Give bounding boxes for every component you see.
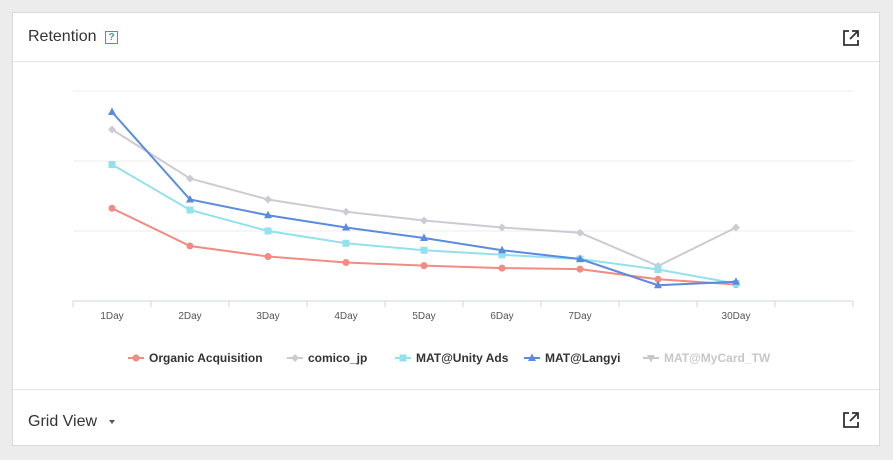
data-point (264, 227, 272, 235)
grid-view-section: Grid View (13, 389, 879, 445)
legend-label: Organic Acquisition (149, 351, 263, 365)
data-point (654, 266, 662, 273)
x-tick-label: 5Day (412, 311, 435, 322)
retention-chart: 1Day 2Day 3Day 4Day 5Day 6Day 7Day 30Day Organi… (13, 63, 879, 389)
legend-symbol-icon (643, 355, 659, 363)
x-tick-label: 1Day (100, 311, 123, 322)
caret-down-icon[interactable] (109, 420, 115, 424)
chart-legend: Organic Acquisition comico_jp MAT@Unity Ad… (13, 349, 879, 369)
data-point (420, 246, 428, 254)
external-link-icon[interactable] (841, 28, 861, 48)
data-point (342, 239, 350, 247)
x-tick-label: 30Day (722, 311, 751, 322)
data-point (186, 206, 194, 214)
external-link-icon[interactable] (841, 410, 861, 430)
data-point (186, 242, 194, 250)
data-point (264, 195, 272, 204)
legend-symbol-icon (524, 353, 540, 361)
data-point (108, 204, 116, 212)
data-point (108, 107, 116, 115)
legend-label: MAT@MyCard_TW (664, 351, 771, 365)
legend-label: MAT@Langyi (545, 351, 621, 365)
legend-symbol-icon (128, 354, 144, 362)
x-tick-label: 7Day (568, 311, 591, 322)
data-point (342, 207, 350, 216)
chart-svg: 1Day 2Day 3Day 4Day 5Day 6Day 7Day 30Day (72, 90, 854, 322)
data-point (264, 253, 272, 261)
panel-title: Retention (28, 28, 97, 45)
panel-header: Retention ? (13, 13, 879, 62)
x-tick-label: 6Day (490, 311, 513, 322)
data-point (108, 161, 116, 168)
data-point (576, 228, 584, 237)
grid-view-title[interactable]: Grid View (28, 412, 97, 432)
series-line (111, 128, 737, 268)
data-point (420, 216, 428, 225)
x-tick-label: 2Day (178, 311, 201, 322)
data-point (576, 265, 584, 273)
legend-label: MAT@Unity Ads (416, 351, 509, 365)
legend-label: comico_jp (308, 351, 368, 365)
data-point (420, 262, 428, 270)
data-point (732, 223, 740, 232)
x-tick-label: 4Day (334, 311, 357, 322)
data-point (342, 259, 350, 266)
data-point (498, 223, 506, 232)
help-icon[interactable]: ? (105, 31, 118, 44)
x-tick-label: 3Day (256, 311, 279, 322)
retention-panel: Retention ? 1Day 2Day 3Day 4Day 5Day 6Day 7Day… (12, 12, 880, 446)
data-point (498, 264, 506, 272)
legend-symbol-icon (395, 354, 411, 362)
legend-symbol-icon (287, 354, 303, 362)
